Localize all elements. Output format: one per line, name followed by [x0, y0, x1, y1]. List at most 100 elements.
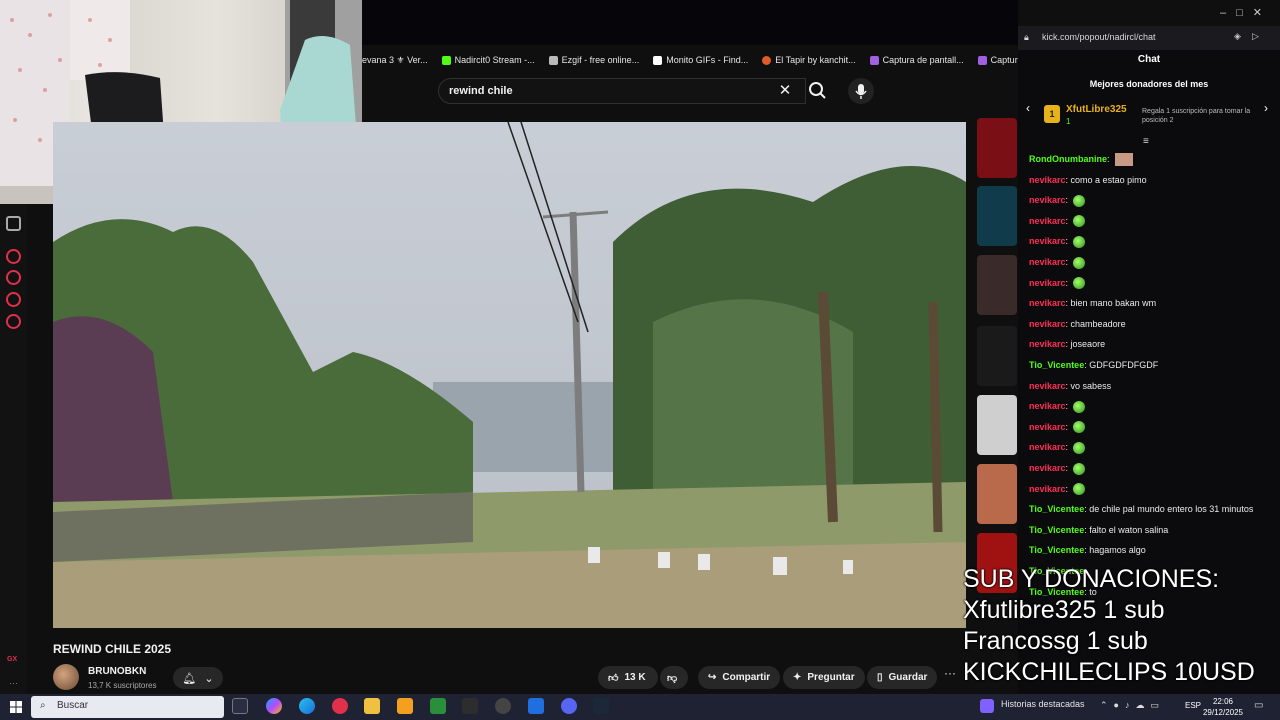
chat-separator: : [1107, 154, 1113, 164]
copilot-icon[interactable] [266, 698, 282, 714]
channel-name[interactable]: BRUNOBKN [88, 666, 146, 677]
chat-username[interactable]: nevikarc [1029, 257, 1066, 267]
suggested-video-thumbnail[interactable] [977, 464, 1017, 524]
task-view-icon[interactable] [232, 698, 248, 714]
gx-sidebar: GX ··· [0, 204, 27, 694]
highlights-icon [980, 699, 994, 713]
chat-message: nevikarc: [1029, 255, 1279, 269]
ask-button[interactable]: ✦ Preguntar [783, 666, 865, 689]
discord-icon[interactable] [6, 216, 21, 231]
windows-start-icon[interactable] [10, 700, 22, 713]
edge-icon[interactable] [299, 698, 315, 714]
history-icon[interactable] [6, 270, 21, 285]
opera-gx-icon[interactable] [332, 698, 348, 714]
bookmark-item[interactable]: Nadircit0 Stream -... [441, 55, 535, 65]
emote-icon [1072, 215, 1085, 228]
bookmark-item[interactable]: Captura de p [977, 55, 1018, 65]
emote-icon [1072, 442, 1085, 455]
chat-message: Tio_Vicentee: de chile pal mundo entero … [1029, 502, 1279, 516]
gx-control-icon[interactable] [6, 249, 21, 264]
save-button[interactable]: ▯ Guardar [867, 666, 938, 689]
share-button[interactable]: ↪ Compartir [698, 666, 781, 689]
video-player[interactable] [53, 122, 966, 628]
more-icon[interactable]: ··· [9, 678, 18, 688]
chat-username[interactable]: Tio_Vicentee [1029, 525, 1084, 535]
chat-address-bar[interactable]: 🔒︎ kick.com/popout/nadircl/chat ◈ ▷ [1018, 26, 1280, 50]
overlay-line: Xfutlibre325 1 sub [963, 596, 1165, 624]
search-icon: ⌕ [40, 700, 46, 711]
chat-username[interactable]: RondOnumbanine [1029, 154, 1107, 164]
gx-cleaner-icon[interactable] [6, 292, 21, 307]
chevron-left-icon[interactable]: ‹ [1026, 101, 1030, 115]
suggested-video-thumbnail[interactable] [977, 326, 1017, 386]
chat-username[interactable]: nevikarc [1029, 484, 1066, 494]
chat-username[interactable]: nevikarc [1029, 175, 1066, 185]
notifications-button[interactable]: 🔔︎ ⌄ [173, 667, 223, 689]
window-controls[interactable]: –□✕ [1220, 6, 1272, 19]
app-icon[interactable] [397, 698, 413, 714]
overlay-line: Francossg 1 sub [963, 627, 1148, 655]
chat-username[interactable]: nevikarc [1029, 401, 1066, 411]
pen-icon [869, 55, 879, 65]
chevron-right-icon[interactable]: › [1264, 101, 1268, 115]
like-button[interactable]: 👍︎ 13 K [598, 666, 658, 689]
obs-icon[interactable] [495, 698, 511, 714]
chat-message: nevikarc: [1029, 214, 1279, 228]
discord-icon[interactable] [561, 698, 577, 714]
suggested-video-thumbnail[interactable] [977, 255, 1017, 315]
suggested-video-thumbnail[interactable] [977, 395, 1017, 455]
chat-username[interactable]: nevikarc [1029, 463, 1066, 473]
epic-games-icon[interactable] [462, 698, 478, 714]
chat-text: hagamos algo [1089, 545, 1146, 556]
chat-username[interactable]: nevikarc [1029, 339, 1066, 349]
chat-username[interactable]: nevikarc [1029, 422, 1066, 432]
top-donor-name[interactable]: XfutLibre325 [1066, 104, 1127, 115]
chevron-down-icon: ⌄ [204, 672, 214, 685]
file-explorer-icon[interactable] [364, 698, 380, 714]
bookmark-item[interactable]: Monito GIFs - Find... [653, 55, 748, 65]
search-button[interactable] [806, 78, 828, 104]
keyboard-language[interactable]: ESP [1185, 701, 1201, 710]
channel-avatar[interactable] [53, 664, 79, 690]
notifications-icon[interactable]: ▭ [1254, 700, 1263, 711]
chat-username[interactable]: nevikarc [1029, 195, 1066, 205]
search-input[interactable]: rewind chile [438, 78, 806, 104]
bookmark-item[interactable]: Ezgif - free online... [548, 55, 639, 65]
steam-icon[interactable] [593, 698, 609, 714]
chat-username[interactable]: Tio_Vicentee [1029, 545, 1084, 555]
suggested-video-thumbnail[interactable] [977, 118, 1017, 178]
tapir-icon [762, 55, 772, 65]
chat-username[interactable]: Tio_Vicentee [1029, 360, 1084, 370]
settings-icon[interactable] [6, 314, 21, 329]
clear-search-icon[interactable]: ✕ [776, 82, 794, 100]
chat-username[interactable]: nevikarc [1029, 381, 1066, 391]
chat-username[interactable]: nevikarc [1029, 442, 1066, 452]
filter-icon[interactable]: ≡ [1143, 136, 1149, 147]
taskbar-highlights[interactable]: Historias destacadas [1001, 699, 1085, 709]
chat-username[interactable]: nevikarc [1029, 319, 1066, 329]
app-icon[interactable] [430, 698, 446, 714]
taskbar-clock[interactable]: 22:06 29/12/2025 [1200, 696, 1246, 718]
shield-icon[interactable]: ◈ [1234, 31, 1241, 42]
dislike-button[interactable]: 👎︎ [660, 666, 688, 689]
more-actions-button[interactable]: ··· [944, 666, 956, 680]
bookmark-item[interactable]: evana 3 ⚜ Ver... [362, 55, 428, 66]
chat-username[interactable]: nevikarc [1029, 216, 1066, 226]
chat-username[interactable]: Tio_Vicentee [1029, 504, 1084, 514]
thumbs-up-icon: 👍︎ [608, 672, 619, 684]
voice-search-button[interactable] [848, 78, 874, 104]
chat-username[interactable]: nevikarc [1029, 298, 1066, 308]
system-tray-icons[interactable]: ⌃●♪☁▭ [1100, 700, 1165, 711]
bookmark-item[interactable]: Captura de pantall... [869, 55, 964, 65]
rank-badge: 1 [1044, 105, 1060, 123]
chat-message: nevikarc: [1029, 276, 1279, 290]
taskbar-search[interactable]: ⌕ Buscar [31, 696, 224, 718]
suggested-video-thumbnail[interactable] [977, 186, 1017, 246]
store-icon[interactable] [528, 698, 544, 714]
send-icon[interactable]: ▷ [1252, 31, 1259, 42]
search-icon [809, 82, 826, 99]
chat-username[interactable]: nevikarc [1029, 236, 1066, 246]
bookmark-item[interactable]: El Tapir by kanchit... [762, 55, 856, 65]
chat-message: Tio_Vicentee: falto el waton salina [1029, 523, 1279, 537]
chat-username[interactable]: nevikarc [1029, 278, 1066, 288]
